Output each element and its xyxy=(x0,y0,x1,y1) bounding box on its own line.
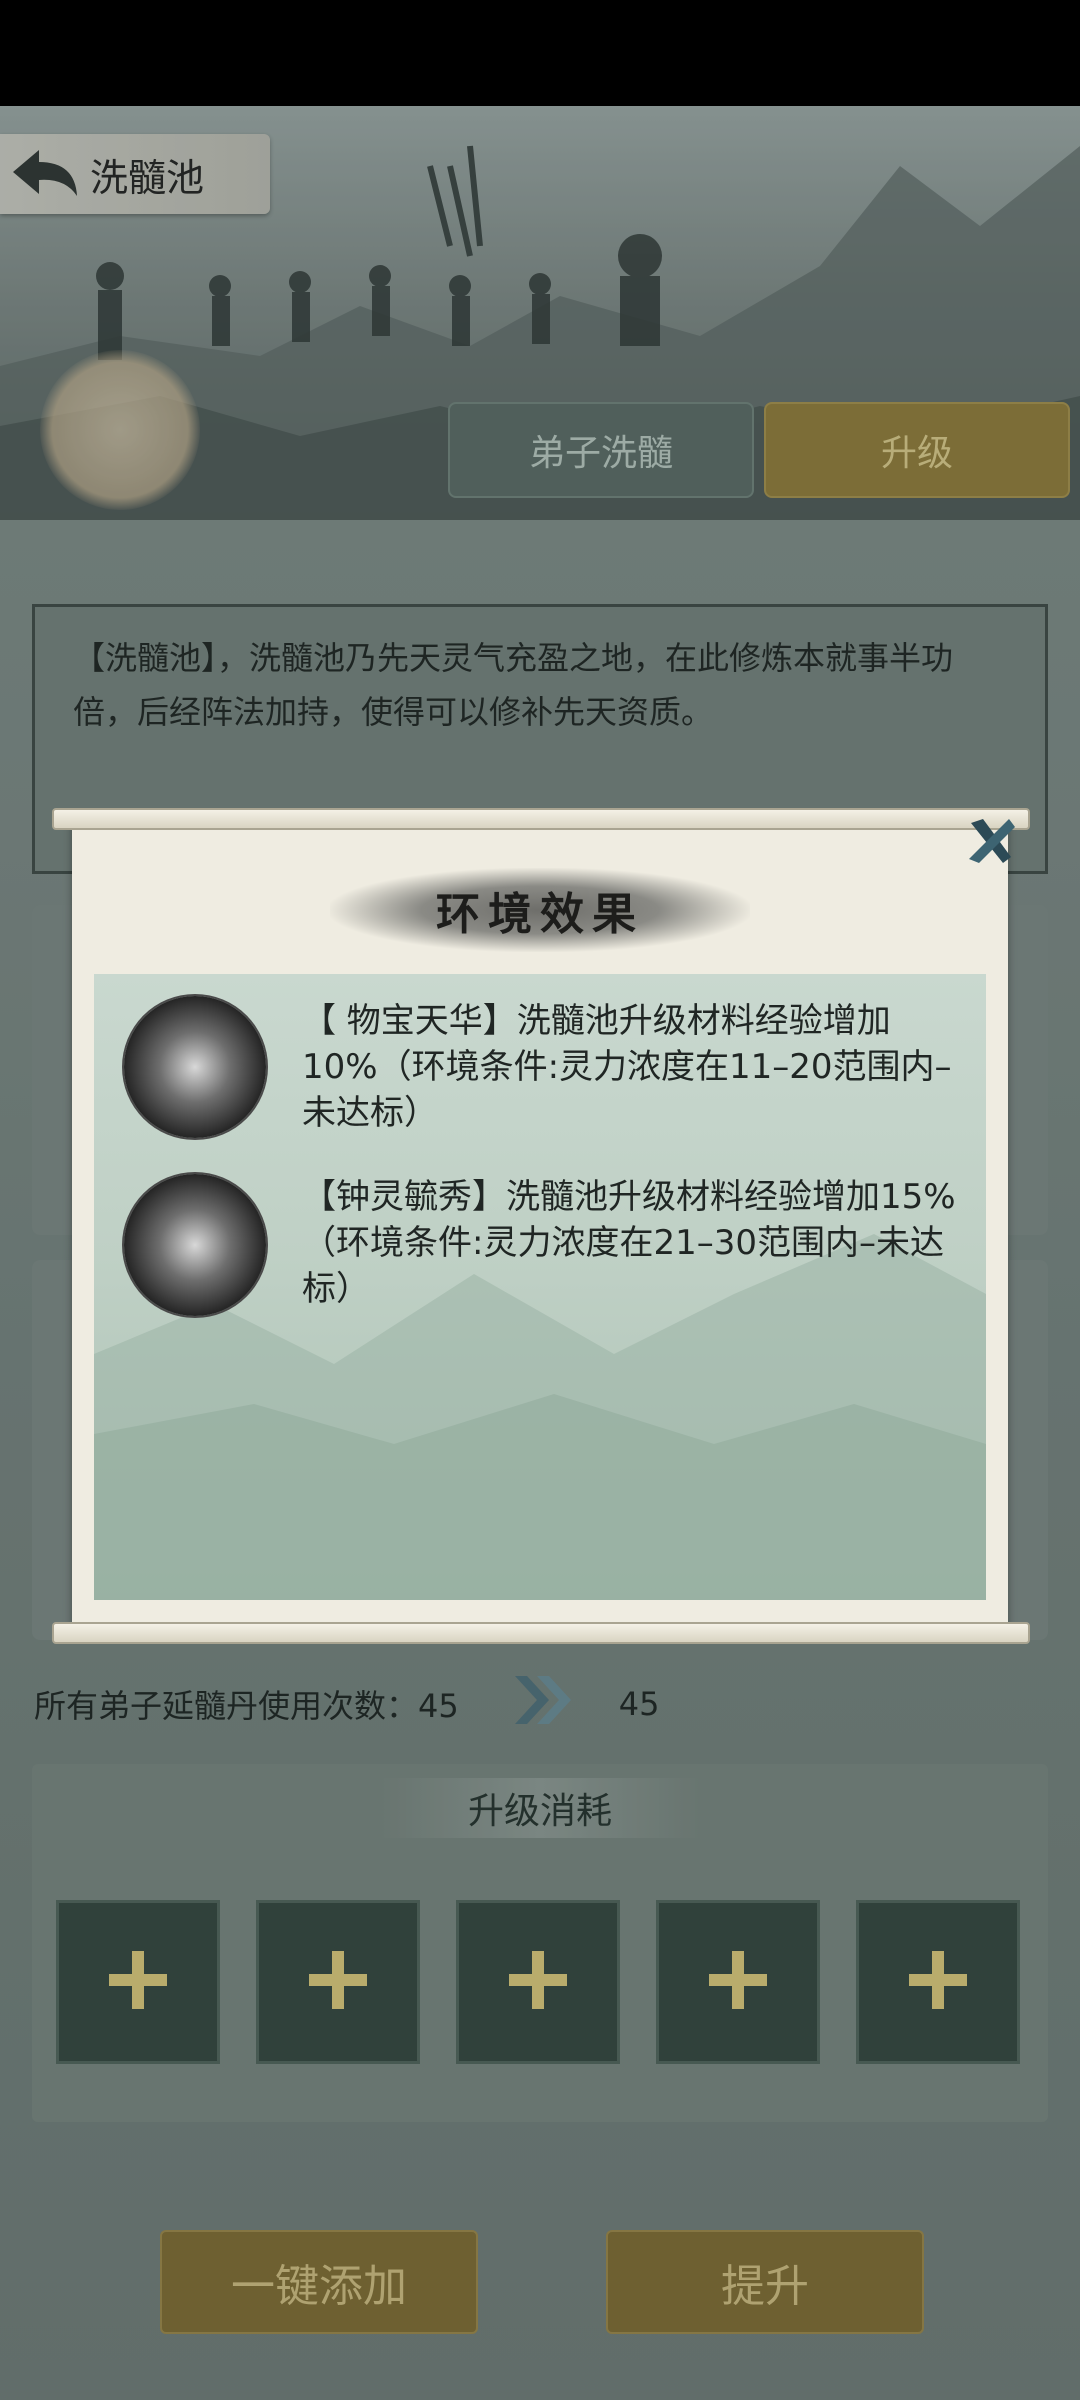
scroll-top-rod xyxy=(52,808,1030,830)
spirit-effect-icon xyxy=(124,1174,266,1316)
status-bar xyxy=(0,0,1080,106)
close-icon[interactable] xyxy=(960,810,1022,872)
effect-text: 【钟灵毓秀】洗髓池升级材料经验增加15%（环境条件:灵力浓度在21–30范围内–… xyxy=(302,1177,956,1309)
scroll-bottom-rod xyxy=(52,1622,1030,1644)
popup-title: 环境效果 xyxy=(436,889,644,940)
effects-list: 【 物宝天华】洗髓池升级材料经验增加10%（环境条件:灵力浓度在11–20范围内… xyxy=(94,974,986,1600)
treasure-effect-icon xyxy=(124,996,266,1138)
effect-text: 【 物宝天华】洗髓池升级材料经验增加10%（环境条件:灵力浓度在11–20范围内… xyxy=(302,1001,952,1133)
